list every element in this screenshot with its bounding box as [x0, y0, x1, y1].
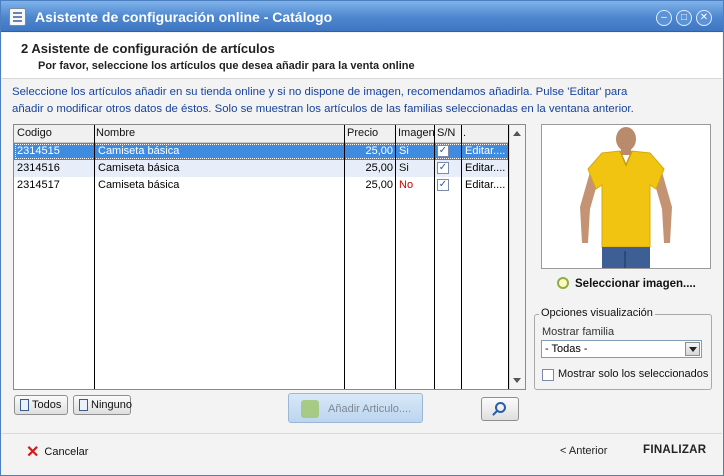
- select-none-button[interactable]: Ninguno: [73, 395, 132, 415]
- cell-codigo: 2314515: [17, 145, 60, 157]
- col-header-extra[interactable]: .: [463, 127, 466, 139]
- puzzle-piece-icon: [301, 400, 319, 418]
- add-article-label: Añadir Articulo....: [328, 403, 412, 415]
- scroll-down-arrow-icon[interactable]: [513, 378, 521, 383]
- grid-scrollbar[interactable]: [509, 125, 525, 389]
- finish-button[interactable]: FINALIZAR: [643, 444, 706, 456]
- select-all-label: Todos: [32, 399, 62, 411]
- select-all-button[interactable]: Todos: [14, 395, 68, 415]
- family-dropdown-value: - Todas -: [545, 343, 588, 355]
- search-button[interactable]: [481, 397, 519, 421]
- column-divider: [344, 125, 345, 389]
- select-none-label: Ninguno: [91, 399, 132, 411]
- table-row[interactable]: 2314516 Camiseta básica 25,00 Si ✓ Edita…: [14, 160, 510, 177]
- family-dropdown[interactable]: - Todas -: [541, 340, 702, 358]
- tshirt-photo: [542, 125, 710, 268]
- col-header-sn[interactable]: S/N: [437, 127, 455, 139]
- add-article-button[interactable]: Añadir Articulo....: [288, 393, 423, 423]
- cell-precio: 25,00: [365, 145, 393, 157]
- col-header-imagen[interactable]: Imagen: [398, 127, 435, 139]
- column-divider: [395, 125, 396, 389]
- maximize-button[interactable]: □: [676, 10, 692, 26]
- edit-link[interactable]: Editar....: [465, 145, 505, 157]
- chevron-down-icon[interactable]: [685, 342, 700, 356]
- edit-link[interactable]: Editar....: [465, 179, 505, 191]
- cell-imagen: Si: [399, 145, 409, 157]
- display-options-legend: Opciones visualización: [539, 307, 655, 319]
- instructions-line-1: Seleccione los artículos añadir en su ti…: [12, 86, 628, 98]
- cell-nombre: Camiseta básica: [98, 162, 180, 174]
- col-header-codigo[interactable]: Codigo: [17, 127, 52, 139]
- wizard-window: Asistente de configuración online - Catá…: [0, 0, 724, 476]
- cell-sn-checkbox[interactable]: ✓: [437, 179, 449, 191]
- column-divider: [94, 125, 95, 389]
- magnifier-handle: [492, 410, 498, 416]
- app-document-icon: [9, 8, 26, 26]
- show-selected-only-label[interactable]: Mostrar solo los seleccionados: [558, 368, 708, 380]
- cell-precio: 25,00: [365, 162, 393, 174]
- edit-link[interactable]: Editar....: [465, 162, 505, 174]
- column-divider: [461, 125, 462, 389]
- title-bar[interactable]: Asistente de configuración online - Catá…: [1, 1, 723, 32]
- cell-codigo: 2314516: [17, 162, 60, 174]
- family-label: Mostrar familia: [542, 326, 615, 338]
- window-title: Asistente de configuración online - Catá…: [35, 9, 333, 25]
- cell-precio: 25,00: [365, 179, 393, 191]
- checklist-icon: [79, 399, 88, 411]
- instructions-text: Seleccione los artículos añadir en su ti…: [12, 84, 712, 118]
- table-row[interactable]: 2314517 Camiseta básica 25,00 No ✓ Edita…: [14, 177, 510, 194]
- column-divider: [434, 125, 435, 389]
- select-image-link[interactable]: Seleccionar imagen....: [557, 277, 696, 290]
- cell-nombre: Camiseta básica: [98, 179, 180, 191]
- checklist-icon: [20, 399, 29, 411]
- col-header-nombre[interactable]: Nombre: [96, 127, 135, 139]
- scroll-up-arrow-icon[interactable]: [513, 131, 521, 136]
- articles-grid[interactable]: Codigo Nombre Precio Imagen S/N . 231451…: [13, 124, 526, 390]
- product-image: [541, 124, 711, 269]
- select-image-label: Seleccionar imagen....: [575, 278, 696, 290]
- grid-header: Codigo Nombre Precio Imagen S/N .: [14, 125, 510, 143]
- cell-sn-checkbox[interactable]: ✓: [437, 145, 449, 157]
- cell-imagen: No: [399, 179, 414, 191]
- step-title: 2 Asistente de configuración de artículo…: [21, 41, 275, 56]
- cancel-label: Cancelar: [44, 446, 89, 458]
- footer-divider: [2, 433, 722, 434]
- minimize-button[interactable]: –: [656, 10, 672, 26]
- step-subtitle: Por favor, seleccione los artículos que …: [38, 60, 415, 72]
- previous-button[interactable]: < Anterior: [560, 445, 607, 457]
- show-selected-only-checkbox[interactable]: [542, 369, 554, 381]
- col-header-precio[interactable]: Precio: [347, 127, 378, 139]
- magnifier-icon: [557, 277, 569, 289]
- table-row[interactable]: 2314515 Camiseta básica 25,00 Si ✓ Edita…: [14, 143, 510, 160]
- cell-imagen: Si: [399, 162, 409, 174]
- cancel-button[interactable]: ✕ Cancelar: [26, 442, 88, 462]
- cell-nombre: Camiseta básica: [98, 145, 180, 157]
- close-button[interactable]: ✕: [696, 10, 712, 26]
- red-x-icon: ✕: [26, 444, 40, 461]
- instructions-line-2: añadir o modificar otros datos de éstos.…: [12, 103, 634, 115]
- step-header: 2 Asistente de configuración de artículo…: [2, 33, 722, 79]
- cell-sn-checkbox[interactable]: ✓: [437, 162, 449, 174]
- cell-codigo: 2314517: [17, 179, 60, 191]
